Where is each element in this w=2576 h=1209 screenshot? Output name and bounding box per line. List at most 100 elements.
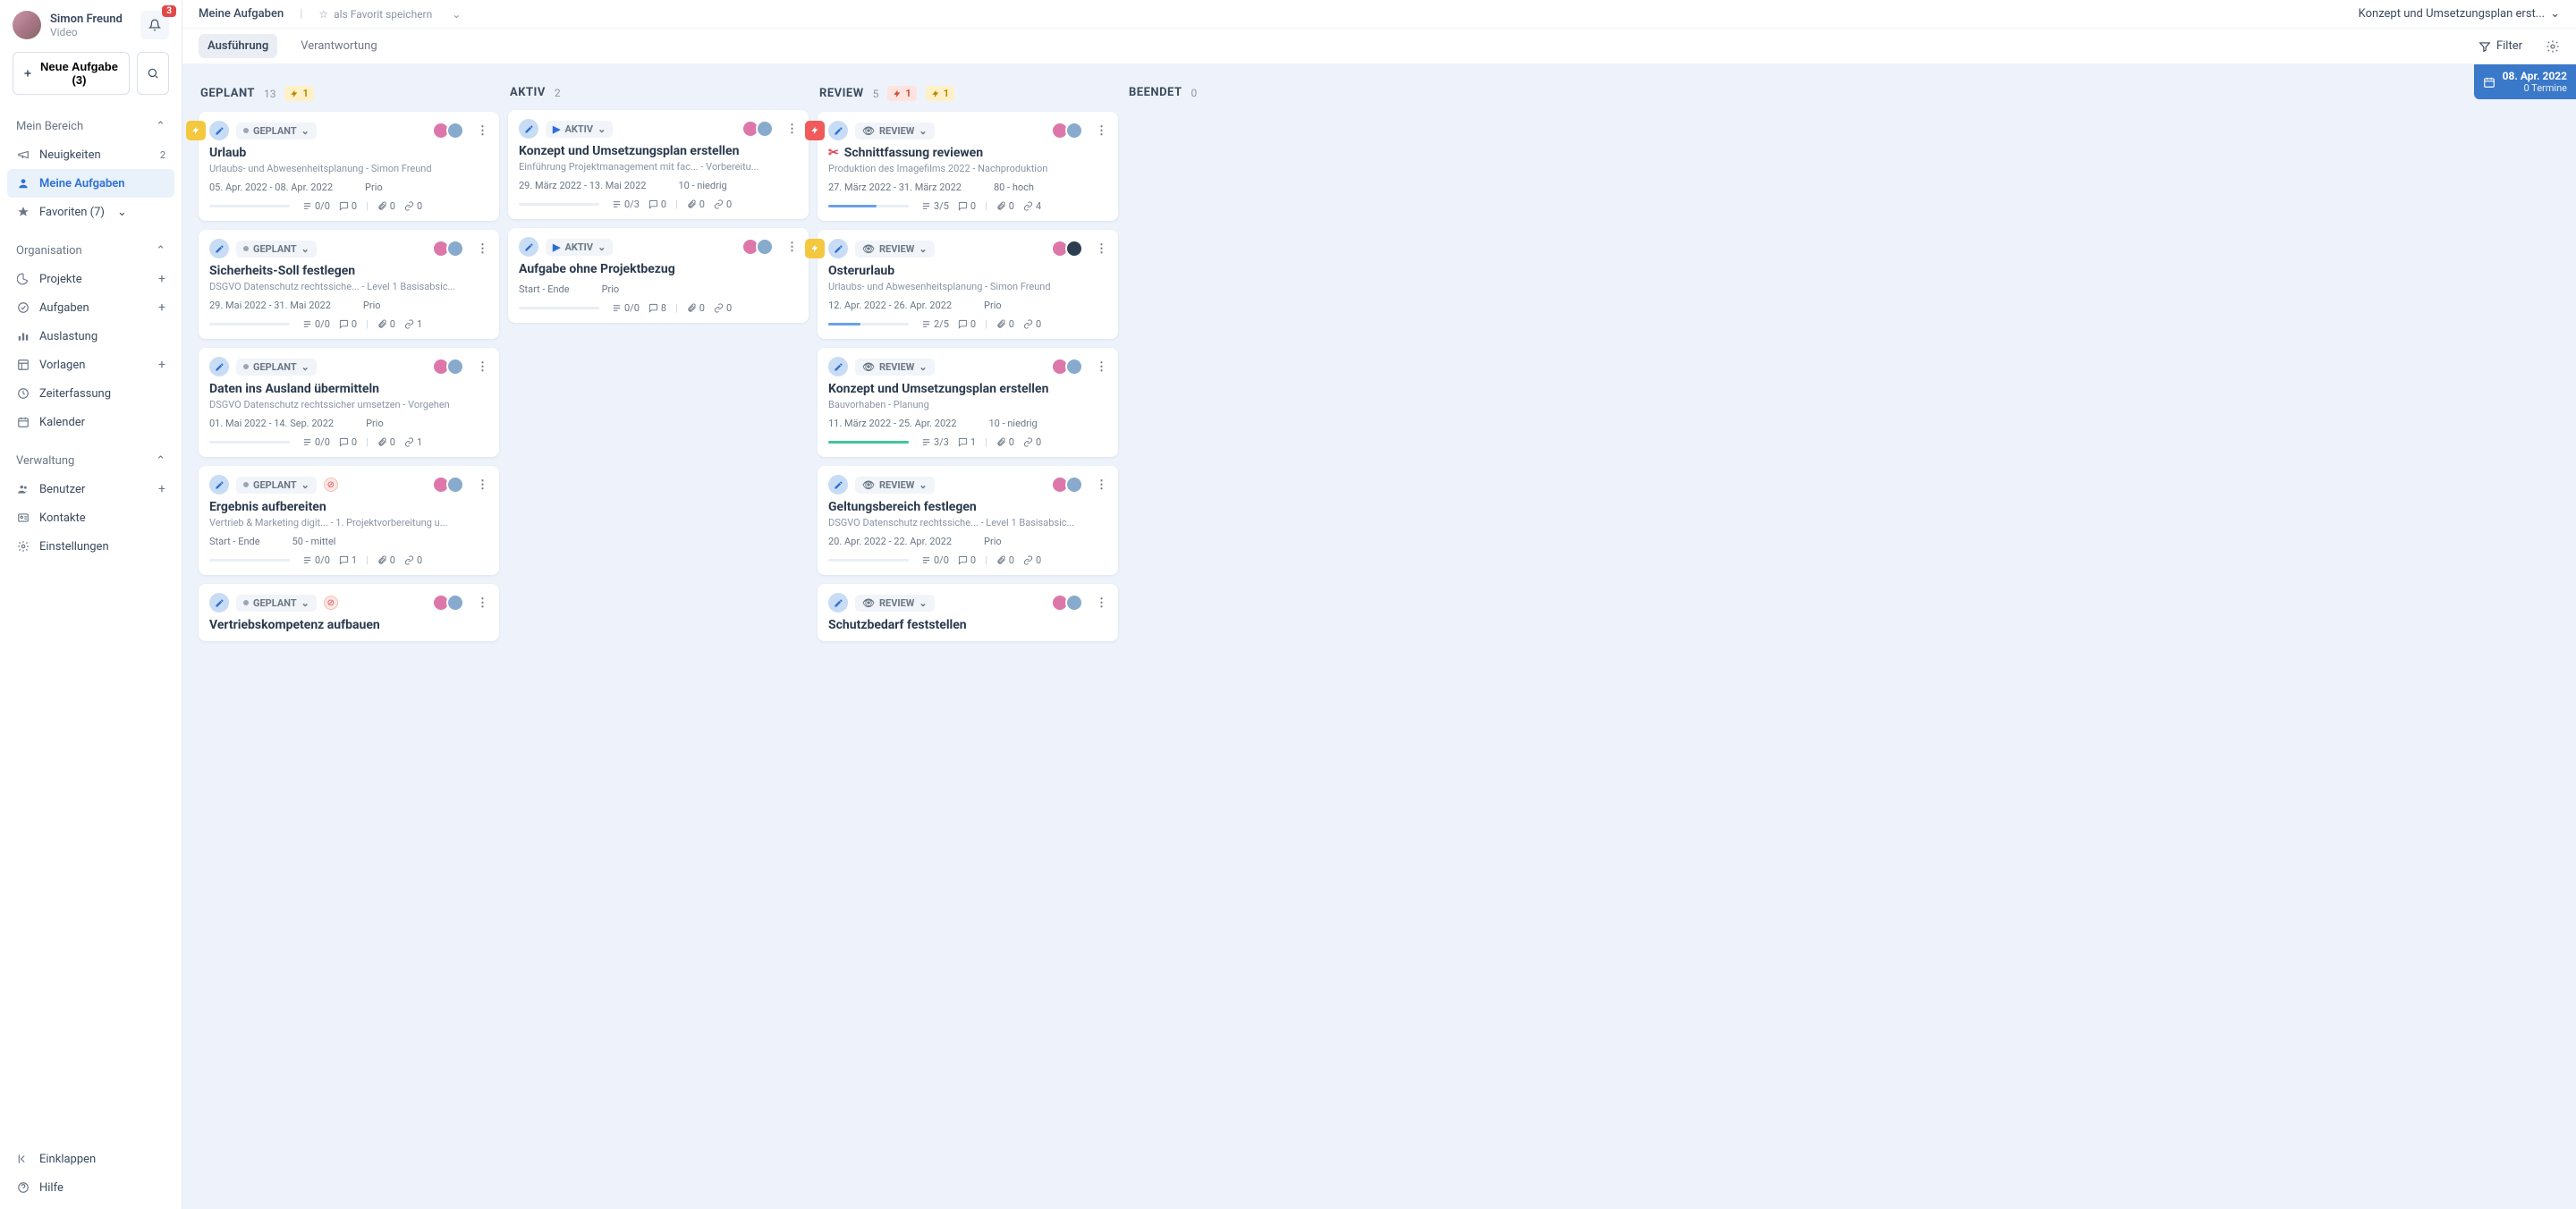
edit-button[interactable]	[828, 475, 848, 495]
edit-button[interactable]	[209, 593, 229, 613]
user-avatar[interactable]	[13, 11, 41, 39]
plus-icon[interactable]: +	[158, 482, 165, 496]
card-menu-button[interactable]: ⋮	[1096, 478, 1107, 492]
task-card[interactable]: 👁 REVIEW ⌄ ⋮ Konzept und Umsetzungsplan …	[818, 348, 1118, 457]
sidebar-item-tasks[interactable]: Aufgaben +	[7, 293, 174, 322]
links-count: 0	[714, 302, 732, 314]
checklist-count: 2/5	[921, 318, 949, 330]
card-menu-button[interactable]: ⋮	[786, 241, 798, 254]
links-count: 0	[404, 554, 422, 566]
sidebar-item-collapse[interactable]: Einklappen	[7, 1145, 174, 1173]
edit-button[interactable]	[209, 239, 229, 258]
sidebar-item-favorites[interactable]: Favoriten (7) ⌄	[7, 198, 174, 226]
column-count: 0	[1191, 87, 1198, 99]
task-card[interactable]: 👁 REVIEW ⌄ ⋮ Osterurlaub Urlaubs- und Ab…	[818, 230, 1118, 339]
attachments-count: 0	[377, 200, 395, 212]
column-title: GEPLANT	[200, 87, 255, 100]
card-menu-button[interactable]: ⋮	[1096, 360, 1107, 374]
task-card[interactable]: ▶ AKTIV ⌄ ⋮ Konzept und Umsetzungsplan e…	[508, 110, 809, 219]
section-my-area[interactable]: Mein Bereich ⌃	[7, 113, 174, 140]
task-card[interactable]: ▶ AKTIV ⌄ ⋮ Aufgabe ohne Projektbezug St…	[508, 228, 809, 323]
status-chip[interactable]: 👁 REVIEW ⌄	[855, 359, 935, 376]
card-dates: 11. März 2022 - 25. Apr. 2022	[828, 418, 957, 429]
sidebar-item-projects[interactable]: Projekte +	[7, 265, 174, 293]
new-task-label: Neue Aufgabe (3)	[38, 60, 120, 87]
plus-icon[interactable]: +	[158, 272, 165, 286]
sidebar-item-contacts[interactable]: Kontakte	[7, 503, 174, 532]
task-card[interactable]: 👁 REVIEW ⌄ ⋮ Geltungsbereich festlegen D…	[818, 466, 1118, 575]
status-chip[interactable]: 👁 REVIEW ⌄	[855, 595, 935, 612]
search-button[interactable]	[137, 52, 169, 95]
status-chip[interactable]: GEPLANT ⌄	[236, 359, 317, 376]
card-prio: Prio	[365, 182, 383, 193]
chevron-down-icon: ⌄	[301, 361, 309, 373]
tab-execution[interactable]: Ausführung	[199, 34, 277, 58]
sidebar-item-users[interactable]: Benutzer +	[7, 475, 174, 503]
status-chip[interactable]: GEPLANT ⌄	[236, 123, 317, 140]
card-menu-button[interactable]: ⋮	[786, 123, 798, 136]
card-menu-button[interactable]: ⋮	[477, 124, 488, 138]
edit-button[interactable]	[209, 121, 229, 140]
date-badge[interactable]: 08. Apr. 2022 0 Termine	[2474, 64, 2576, 99]
card-dates: Start - Ende	[209, 536, 260, 547]
task-card[interactable]: GEPLANT ⌄ ⊘ ⋮ Vertriebskompetenz aufbaue…	[199, 584, 499, 641]
fav-save-label: als Favorit speichern	[334, 8, 432, 21]
save-favorite-button[interactable]: ☆ als Favorit speichern ⌄	[318, 8, 461, 21]
status-chip[interactable]: GEPLANT ⌄	[236, 241, 317, 258]
status-chip[interactable]: 👁 REVIEW ⌄	[855, 477, 935, 494]
sidebar-item-templates[interactable]: Vorlagen +	[7, 351, 174, 379]
task-card[interactable]: 👁 REVIEW ⌄ ⋮ Schutzbedarf feststellen	[818, 584, 1118, 641]
sidebar-item-time-tracking[interactable]: Zeiterfassung	[7, 379, 174, 408]
sidebar-item-workload[interactable]: Auslastung	[7, 322, 174, 351]
edit-button[interactable]	[209, 357, 229, 376]
column-badge: 1	[887, 86, 916, 101]
task-card[interactable]: GEPLANT ⌄ ⋮ Urlaub Urlaubs- und Abwesenh…	[199, 112, 499, 221]
search-icon	[147, 67, 159, 80]
task-card[interactable]: GEPLANT ⌄ ⋮ Sicherheits-Soll festlegen D…	[199, 230, 499, 339]
edit-button[interactable]	[828, 357, 848, 376]
edit-button[interactable]	[828, 239, 848, 258]
section-verwaltung[interactable]: Verwaltung ⌃	[7, 447, 174, 475]
dot-icon	[243, 482, 249, 487]
sidebar-item-settings[interactable]: Einstellungen	[7, 532, 174, 561]
sidebar-item-calendar[interactable]: Kalender	[7, 408, 174, 436]
progress-bar	[209, 559, 290, 562]
sidebar-item-news[interactable]: Neuigkeiten 2	[7, 140, 174, 169]
status-chip[interactable]: 👁 REVIEW ⌄	[855, 241, 935, 258]
status-chip[interactable]: ▶ AKTIV ⌄	[546, 121, 613, 138]
new-task-button[interactable]: Neue Aufgabe (3)	[13, 52, 130, 95]
chevron-down-icon: ⌄	[919, 479, 927, 491]
status-chip[interactable]: GEPLANT ⌄	[236, 595, 317, 612]
sidebar-item-help[interactable]: Hilfe	[7, 1173, 174, 1202]
status-chip[interactable]: GEPLANT ⌄	[236, 477, 317, 494]
card-menu-button[interactable]: ⋮	[1096, 596, 1107, 610]
plus-icon[interactable]: +	[158, 300, 165, 315]
sidebar-item-my-tasks[interactable]: Meine Aufgaben	[7, 169, 174, 198]
task-card[interactable]: GEPLANT ⌄ ⊘ ⋮ Ergebnis aufbereiten Vertr…	[199, 466, 499, 575]
card-menu-button[interactable]: ⋮	[477, 596, 488, 610]
card-menu-button[interactable]: ⋮	[1096, 124, 1107, 138]
card-menu-button[interactable]: ⋮	[1096, 242, 1107, 256]
task-card[interactable]: 👁 REVIEW ⌄ ⋮ ✂Schnittfassung reviewen Pr…	[818, 112, 1118, 221]
status-chip[interactable]: 👁 REVIEW ⌄	[855, 123, 935, 140]
tab-responsibility[interactable]: Verantwortung	[292, 34, 386, 58]
edit-button[interactable]	[519, 237, 538, 257]
edit-button[interactable]	[519, 119, 538, 139]
edit-button[interactable]	[209, 475, 229, 495]
status-chip[interactable]: ▶ AKTIV ⌄	[546, 239, 613, 256]
links-count: 0	[1023, 318, 1041, 330]
edit-button[interactable]	[828, 121, 848, 140]
breadcrumb: Meine Aufgaben	[199, 7, 284, 21]
task-selector-dropdown[interactable]: Konzept und Umsetzungsplan erst... ⌄	[2359, 7, 2560, 21]
plus-icon[interactable]: +	[158, 358, 165, 372]
card-menu-button[interactable]: ⋮	[477, 360, 488, 374]
section-organisation[interactable]: Organisation ⌃	[7, 237, 174, 265]
card-menu-button[interactable]: ⋮	[477, 478, 488, 492]
filter-button[interactable]: Filter	[2479, 39, 2522, 53]
task-card[interactable]: GEPLANT ⌄ ⋮ Daten ins Ausland übermittel…	[199, 348, 499, 457]
edit-button[interactable]	[828, 593, 848, 613]
notifications-button[interactable]: 3	[140, 11, 169, 39]
board-settings-button[interactable]	[2546, 39, 2560, 54]
eye-icon: 👁	[862, 597, 875, 609]
card-menu-button[interactable]: ⋮	[477, 242, 488, 256]
